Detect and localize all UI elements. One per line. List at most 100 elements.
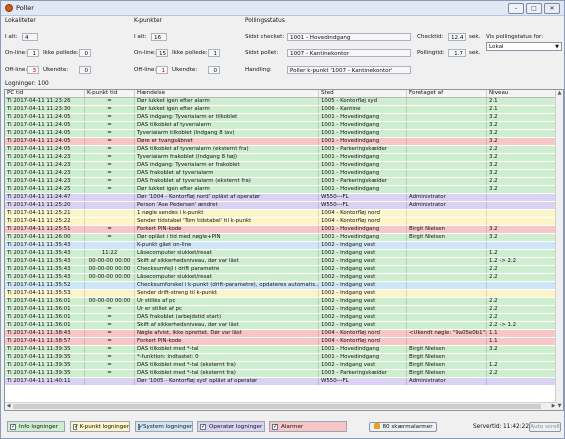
table-row[interactable]: Ti 2017-04-11 11:35:53 Sender drift-stren…: [5, 290, 557, 297]
table-cell: 1004 - Kontorfløj nord: [319, 210, 407, 217]
scroll-up-icon[interactable]: ▲: [556, 90, 563, 97]
filter-checkbox[interactable]: Alarmer: [269, 421, 347, 432]
table-row[interactable]: Ti 2017-04-11 11:39:35 = DAS tilkoblet med…: [5, 346, 557, 353]
table-cell: =: [85, 330, 135, 337]
table-row[interactable]: Ti 2017-04-11 11:39:35 = *-funktion: Indta…: [5, 354, 557, 361]
scroll-down-icon[interactable]: ▼: [556, 403, 563, 410]
table-row[interactable]: Ti 2017-04-11 11:23:26 = Dør lukket igen e…: [5, 98, 557, 105]
table-row[interactable]: Ti 2017-04-11 11:36:01 = Skift af sikkerhe…: [5, 322, 557, 329]
table-row[interactable]: Ti 2017-04-11 11:40:11 Dør '1005 - Kontor…: [5, 378, 557, 385]
table-row[interactable]: Ti 2017-04-11 11:26:00 = Dør oplåst i tid …: [5, 234, 557, 241]
table-cell: Ti 2017-04-11 11:23:30: [5, 106, 85, 113]
maximize-button[interactable]: □: [526, 3, 542, 14]
table-row[interactable]: Ti 2017-04-11 11:36:01 00-00-00 00:00 Ur s…: [5, 298, 557, 305]
table-row[interactable]: Ti 2017-04-11 11:24:47 Dør '1004 - Kontor…: [5, 194, 557, 201]
table-cell: [407, 274, 487, 281]
table-row[interactable]: Ti 2017-04-11 11:25:51 = Forkert PIN-kode 1…: [5, 226, 557, 233]
table-cell: Ti 2017-04-11 11:24:23: [5, 154, 85, 161]
column-header[interactable]: K-punkt tid: [85, 90, 135, 97]
table-cell: Låsecomputer slukket/resat: [135, 274, 319, 281]
table-row[interactable]: Ti 2017-04-11 11:24:05 = Døre er tvangsåbn…: [5, 138, 557, 145]
table-cell: 1002 - Indgang vest: [319, 250, 407, 257]
horizontal-scroll-thumb[interactable]: [13, 404, 541, 409]
filter-label: Info logninger: [19, 423, 58, 430]
log-table[interactable]: PC tid K-punkt tid Hændelse Sted Foretaget a…: [4, 89, 564, 411]
checkmark-icon[interactable]: [272, 423, 278, 430]
table-row[interactable]: Ti 2017-04-11 11:24:05 = DAS tilkoblet af …: [5, 146, 557, 153]
screen-alarms-button[interactable]: 80 skærmalarmer: [369, 422, 437, 432]
table-cell: DAS indgang: Tyverialarm er frakoblet: [135, 162, 319, 169]
table-cell: 1002 - Indgang vest: [319, 314, 407, 321]
table-cell: 1001 - Hovedindgang: [319, 138, 407, 145]
table-row[interactable]: Ti 2017-04-11 11:35:43 K-punkt gået on-li…: [5, 242, 557, 249]
table-row[interactable]: Ti 2017-04-11 11:25:20 Person 'Ase Peders…: [5, 202, 557, 209]
kpunkter-ukendte-label: Ukendte:: [172, 67, 198, 73]
table-cell: Ti 2017-04-11 11:40:11: [5, 378, 85, 385]
table-row[interactable]: Ti 2017-04-11 11:23:30 = Dør lukket igen e…: [5, 106, 557, 113]
table-row[interactable]: Ti 2017-04-11 11:24:23 = DAS frakoblet af …: [5, 170, 557, 177]
filter-checkbox[interactable]: Info logninger: [7, 421, 65, 432]
kpunkter-online-label: On-line:: [134, 50, 156, 56]
table-cell: [407, 266, 487, 273]
table-cell: DAS frakoblet (arbejdstid start): [135, 314, 319, 321]
table-row[interactable]: Ti 2017-04-11 11:38:57 = Forkert PIN-kode 1…: [5, 338, 557, 345]
column-header[interactable]: Foretaget af: [407, 90, 487, 97]
checkmark-icon[interactable]: [200, 423, 206, 430]
table-row[interactable]: Ti 2017-04-11 11:35:43 00-00-00 00:00 Chec…: [5, 266, 557, 273]
minimize-button[interactable]: –: [508, 3, 524, 14]
vertical-scrollbar[interactable]: ▲ ▼: [555, 90, 563, 410]
table-row[interactable]: Ti 2017-04-11 11:35:43 11:22 Låsecomputer …: [5, 250, 557, 257]
table-cell: Ti 2017-04-11 11:24:05: [5, 122, 85, 129]
table-row[interactable]: Ti 2017-04-11 11:24:05 = DAS tilkoblet af …: [5, 122, 557, 129]
filter-checkbox[interactable]: System logninger: [135, 421, 193, 432]
table-row[interactable]: Ti 2017-04-11 11:36:01 = Ur er stillet af …: [5, 306, 557, 313]
table-cell: 1.2: [487, 362, 557, 369]
table-row[interactable]: Ti 2017-04-11 11:25:22 Sender tidstabel '…: [5, 218, 557, 225]
vis-pollingstatus-select[interactable]: Lokal ▼: [486, 42, 562, 51]
table-cell: Ti 2017-04-11 11:24:23: [5, 170, 85, 177]
table-cell: 3.2: [487, 170, 557, 177]
table-row[interactable]: Ti 2017-04-11 11:39:35 = DAS tilkoblet med…: [5, 370, 557, 377]
bell-icon: [373, 423, 380, 429]
checkmark-icon[interactable]: [73, 423, 78, 430]
filter-checkbox[interactable]: Operatør logninger: [197, 421, 265, 432]
table-row[interactable]: Ti 2017-04-11 11:35:43 00-00-00 00:00 Skif…: [5, 258, 557, 265]
log-count: Logninger: 100: [5, 81, 49, 87]
checkmark-icon[interactable]: [138, 423, 144, 430]
checkmark-icon[interactable]: [10, 423, 16, 430]
scroll-right-icon[interactable]: ▶: [550, 403, 557, 410]
scroll-left-icon[interactable]: ◀: [5, 403, 12, 410]
table-cell: DAS indgang: Tyverialarm er tilkoblet: [135, 114, 319, 121]
table-row[interactable]: Ti 2017-04-11 11:24:23 = DAS indgang: Tyve…: [5, 162, 557, 169]
table-cell: Ti 2017-04-11 11:38:57: [5, 338, 85, 345]
lokaliteter-total-value: 4: [22, 33, 38, 41]
table-row[interactable]: Ti 2017-04-11 11:25:21 1 nøgle sendes i k…: [5, 210, 557, 217]
column-header[interactable]: Sted: [319, 90, 407, 97]
table-row[interactable]: Ti 2017-04-11 11:38:43 = Nøgle afvist, ikk…: [5, 330, 557, 337]
auto-scroll-button[interactable]: Auto scroll: [529, 422, 561, 432]
table-cell: W550---FL: [319, 378, 407, 385]
table-row[interactable]: Ti 2017-04-11 11:35:43 00-00-00 00:00 Låse…: [5, 274, 557, 281]
column-header[interactable]: PC tid: [5, 90, 85, 97]
table-cell: 1005 - Kontorfløj syd: [319, 98, 407, 105]
filter-checkbox[interactable]: K-punkt logninger: [70, 421, 130, 432]
lokaliteter-online-value: 1: [27, 49, 39, 57]
table-cell: Tyverialarm frakoblet (Indgang 8 høj): [135, 154, 319, 161]
column-header[interactable]: Hændelse: [135, 90, 319, 97]
table-row[interactable]: Ti 2017-04-11 11:24:23 = DAS frakoblet af …: [5, 178, 557, 185]
lokaliteter-ikke-polled-label: Ikke pollede:: [43, 50, 79, 56]
table-row[interactable]: Ti 2017-04-11 11:36:01 = DAS frakoblet (ar…: [5, 314, 557, 321]
table-row[interactable]: Ti 2017-04-11 11:24:23 = Tyverialarm frako…: [5, 154, 557, 161]
column-header[interactable]: Niveau: [487, 90, 557, 97]
table-row[interactable]: Ti 2017-04-11 11:39:35 = DAS tilkoblet med…: [5, 362, 557, 369]
horizontal-scrollbar[interactable]: ◀ ▶: [5, 402, 557, 410]
table-cell: Ti 2017-04-11 11:24:05: [5, 138, 85, 145]
close-button[interactable]: ✕: [544, 3, 560, 14]
table-cell: Checksumforskel i k-punkt (drift-paramet…: [137, 282, 319, 289]
table-cell: 2.2: [487, 298, 557, 305]
table-cell: =: [85, 186, 135, 193]
table-row[interactable]: Ti 2017-04-11 11:24:05 = Tyverialarm tilko…: [5, 130, 557, 137]
table-row[interactable]: Ti 2017-04-11 11:24:25 = Dør lukket igen e…: [5, 186, 557, 193]
table-row[interactable]: Ti 2017-04-11 11:24:05 = DAS indgang: Tyve…: [5, 114, 557, 121]
table-row[interactable]: Ti 2017-04-11 11:35:52 Checksumforskel i …: [5, 282, 557, 289]
